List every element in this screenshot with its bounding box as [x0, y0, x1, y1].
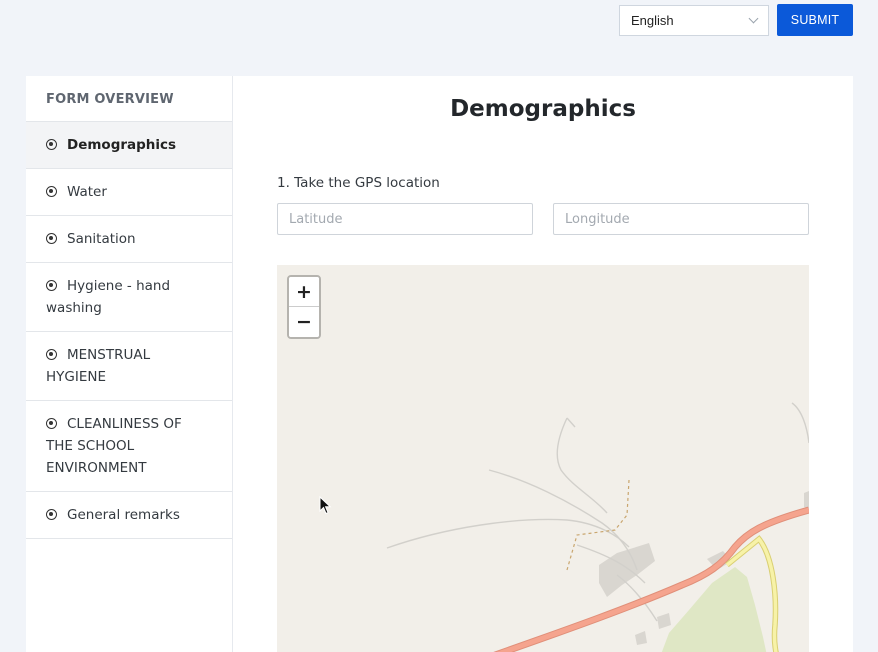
- sidebar-item-label: Sanitation: [67, 231, 136, 247]
- map-zoom-control: + −: [287, 275, 321, 339]
- sidebar-item-label: Water: [67, 184, 107, 200]
- map-building: [599, 543, 655, 597]
- form-overview-sidebar: FORM OVERVIEW Demographics Water Sanitat…: [26, 76, 233, 652]
- sidebar-item-hygiene-hand-washing[interactable]: Hygiene - hand washing: [26, 263, 232, 332]
- sidebar-item-menstrual-hygiene[interactable]: MENSTRUAL HYGIENE: [26, 332, 232, 401]
- sidebar-item-label: General remarks: [67, 507, 180, 523]
- radio-selected-icon: [46, 418, 57, 429]
- map-minor-road: [566, 417, 576, 428]
- sidebar-item-label: Hygiene - hand washing: [46, 278, 171, 316]
- sidebar-item-water[interactable]: Water: [26, 169, 232, 216]
- radio-selected-icon: [46, 280, 57, 291]
- map-building: [657, 613, 671, 629]
- sidebar-item-sanitation[interactable]: Sanitation: [26, 216, 232, 263]
- radio-selected-icon: [46, 509, 57, 520]
- question-label: 1. Take the GPS location: [277, 175, 440, 191]
- gps-map[interactable]: + −: [277, 265, 809, 652]
- sidebar-item-label: MENSTRUAL HYGIENE: [46, 347, 151, 385]
- chevron-down-icon: [748, 13, 759, 24]
- sidebar-title: FORM OVERVIEW: [26, 76, 232, 122]
- latitude-input[interactable]: [277, 203, 533, 235]
- submit-button[interactable]: SUBMIT: [777, 4, 853, 36]
- language-select[interactable]: English: [619, 5, 769, 36]
- radio-selected-icon: [46, 349, 57, 360]
- sidebar-item-demographics[interactable]: Demographics: [26, 122, 232, 169]
- map-building: [635, 631, 647, 645]
- map-minor-road: [556, 417, 608, 514]
- radio-selected-icon: [46, 186, 57, 197]
- longitude-input[interactable]: [553, 203, 809, 235]
- zoom-out-button[interactable]: −: [289, 307, 319, 337]
- map-minor-road: [386, 518, 630, 549]
- radio-selected-icon: [46, 139, 57, 150]
- sidebar-item-label: Demographics: [67, 137, 177, 153]
- zoom-in-button[interactable]: +: [289, 277, 319, 307]
- language-select-value: English: [631, 13, 674, 28]
- mouse-cursor-icon: [319, 496, 332, 515]
- map-park: [661, 567, 767, 652]
- radio-selected-icon: [46, 233, 57, 244]
- sidebar-item-general-remarks[interactable]: General remarks: [26, 492, 232, 539]
- top-bar: English SUBMIT: [0, 0, 878, 52]
- map-tiles: [386, 402, 809, 652]
- sidebar-item-cleanliness[interactable]: CLEANLINESS OF THE SCHOOL ENVIRONMENT: [26, 401, 232, 492]
- sidebar-item-label: CLEANLINESS OF THE SCHOOL ENVIRONMENT: [46, 416, 182, 476]
- map-minor-road: [791, 402, 809, 444]
- page-title: Demographics: [450, 96, 636, 122]
- map-building: [804, 491, 809, 509]
- form-main: Demographics 1. Take the GPS location La…: [233, 76, 853, 652]
